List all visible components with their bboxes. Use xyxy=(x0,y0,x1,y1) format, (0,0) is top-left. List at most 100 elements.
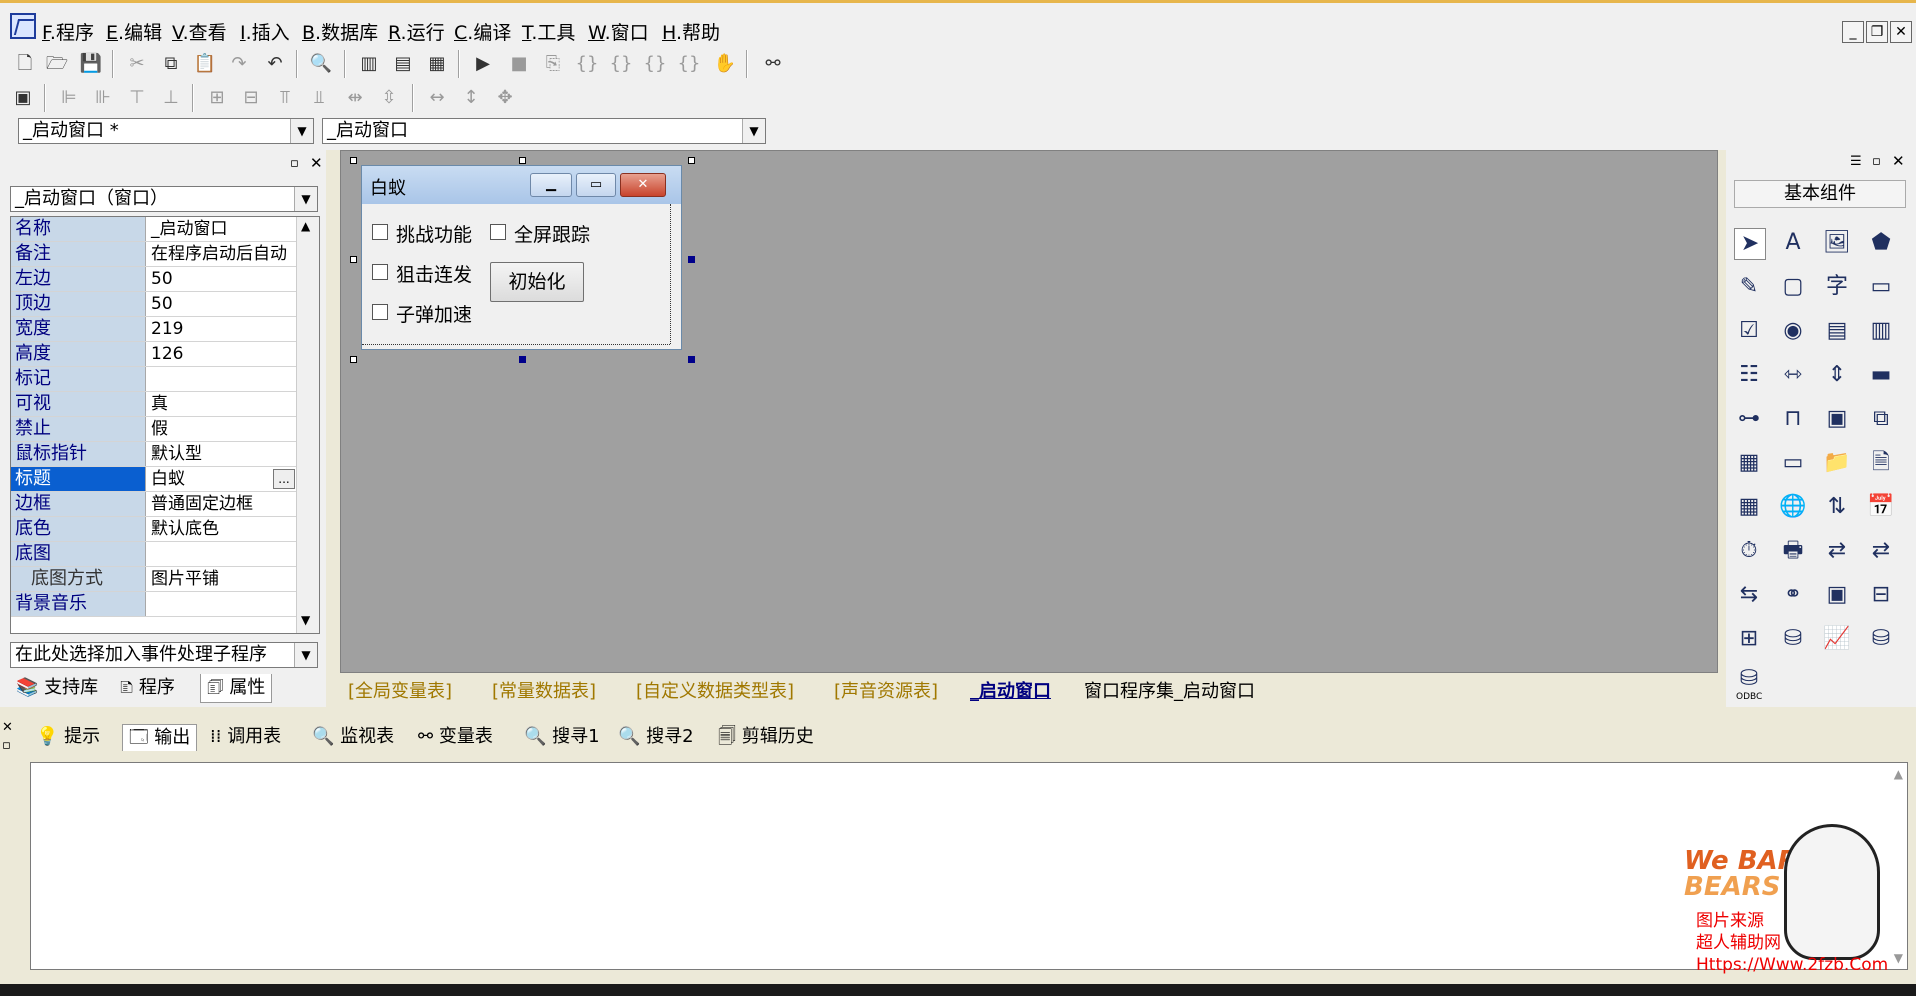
initialize-button[interactable]: 初始化 xyxy=(490,262,584,302)
combo-box-icon[interactable]: ▤ xyxy=(1822,316,1852,346)
spin-icon[interactable]: ⇅ xyxy=(1822,492,1852,522)
copy-icon[interactable]: ⧉ xyxy=(158,51,184,77)
run-to-cursor-icon[interactable]: {} xyxy=(676,51,702,77)
layout-left-icon[interactable]: ▥ xyxy=(356,51,382,77)
open-folder-icon[interactable]: 🗁 xyxy=(44,51,70,77)
property-value[interactable]: _启动窗口 xyxy=(147,217,300,241)
picture-box-icon[interactable]: 🖼 xyxy=(1822,228,1852,258)
animation-icon[interactable]: ▣ xyxy=(1822,404,1852,434)
output-pin-icon[interactable]: ▫ xyxy=(2,738,11,753)
tab-output[interactable]: 🗔 输出 xyxy=(122,724,198,751)
resize-handle[interactable] xyxy=(688,157,695,164)
scroll-down-icon[interactable]: ▼ xyxy=(1894,951,1903,965)
property-row[interactable]: 底图 xyxy=(11,542,296,567)
same-size-width-icon[interactable]: ↔ xyxy=(424,85,450,111)
save-icon[interactable]: 💾 xyxy=(78,51,104,77)
component-selector-combo[interactable]: _启动窗口 ▼ xyxy=(322,118,766,144)
align-right-icon[interactable]: ⊪ xyxy=(90,85,116,111)
image-list-icon[interactable]: ⧉ xyxy=(1866,404,1896,434)
slider-icon[interactable]: ⊶ xyxy=(1734,404,1764,434)
property-row[interactable]: 可视真 xyxy=(11,392,296,417)
progress-bar-icon[interactable]: ▬ xyxy=(1866,360,1896,390)
property-value[interactable]: 50 xyxy=(147,267,300,291)
resize-handle[interactable] xyxy=(519,157,526,164)
align-bottom-icon[interactable]: ⊥ xyxy=(158,85,184,111)
tab-program[interactable]: 🗈 程序 xyxy=(114,674,181,702)
property-row[interactable]: 高度 126 xyxy=(11,342,296,367)
chevron-down-icon[interactable]: ▼ xyxy=(742,119,765,143)
checkbox-bullet-speed[interactable] xyxy=(372,304,388,320)
menu-help[interactable]: H.帮助 xyxy=(662,18,720,45)
property-row[interactable]: 备注 在程序启动后自动 xyxy=(11,242,296,267)
odbc-icon[interactable]: ⛁ xyxy=(1866,624,1896,654)
align-top-icon[interactable]: ⊤ xyxy=(124,85,150,111)
binoculars-icon[interactable]: ⚯ xyxy=(760,51,786,77)
table-icon[interactable]: ▦ xyxy=(1734,492,1764,522)
timer-icon[interactable]: ⏱ xyxy=(1734,536,1764,566)
folder-icon[interactable]: 📁 xyxy=(1822,448,1852,478)
panel-close-icon[interactable]: ✕ xyxy=(1892,152,1905,170)
resize-handle[interactable] xyxy=(688,356,695,363)
resize-handle[interactable] xyxy=(350,256,357,263)
layout-grid-icon[interactable]: ▦ xyxy=(424,51,450,77)
property-grid-scrollbar[interactable]: ▲ ▼ xyxy=(296,217,319,633)
property-value[interactable]: 50 xyxy=(147,292,300,316)
tab-startup-window[interactable]: _启动窗口 xyxy=(970,680,1051,704)
scroll-up-icon[interactable]: ▲ xyxy=(301,219,310,233)
space-vertical-icon[interactable]: ⇳ xyxy=(376,85,402,111)
property-row[interactable]: 边框 普通固定边框 xyxy=(11,492,296,517)
tab-constants[interactable]: [常量数据表] xyxy=(492,680,596,704)
tab-sound-resources[interactable]: [声音资源表] xyxy=(834,680,938,704)
output-text-area[interactable]: ▲ ▼ xyxy=(30,762,1908,970)
tab-variables[interactable]: ⚯ 变量表 xyxy=(418,724,493,750)
property-row[interactable]: 名称 _启动窗口 xyxy=(11,217,296,242)
panel-menu-icon[interactable]: ☰ xyxy=(1850,154,1862,169)
pointer-icon[interactable]: ➤ xyxy=(1734,228,1766,260)
form-minimize-icon[interactable]: ▁ xyxy=(530,173,572,197)
event-handler-combo[interactable]: 在此处选择加入事件处理子程序 ▼ xyxy=(10,642,318,668)
tab-clip-history[interactable]: 🗐 剪辑历史 xyxy=(718,724,814,750)
tab-control-icon[interactable]: ⊓ xyxy=(1778,404,1808,434)
menu-edit[interactable]: E.编辑 xyxy=(106,18,162,45)
new-file-icon[interactable]: 🗋 xyxy=(12,51,38,77)
cut-icon[interactable]: ✂ xyxy=(124,51,150,77)
form-maximize-icon[interactable]: ▭ xyxy=(576,173,616,197)
ellipsis-button[interactable]: ... xyxy=(273,469,295,489)
checkbox-challenge[interactable] xyxy=(372,224,388,240)
checkbox-sniper-burst[interactable] xyxy=(372,264,388,280)
chart-icon[interactable]: 📈 xyxy=(1822,624,1852,654)
panel-close-icon[interactable]: ✕ xyxy=(310,154,323,172)
menu-window[interactable]: W.窗口 xyxy=(588,18,649,45)
property-row[interactable]: 顶边 50 xyxy=(11,292,296,317)
designed-form-window[interactable]: 白蚁 ▁ ▭ ✕ 挑战功能 全屏跟踪 狙击连发 子弹加速 初始化 xyxy=(361,165,682,350)
transfer-icon[interactable]: ⇆ xyxy=(1734,580,1764,610)
window-icon[interactable]: ▣ xyxy=(1822,580,1852,610)
close-icon[interactable]: ✕ xyxy=(1890,21,1912,43)
restore-icon[interactable]: ❐ xyxy=(1866,21,1888,43)
object-type-combo[interactable]: _启动窗口（窗口） ▼ xyxy=(10,186,318,212)
property-row[interactable]: 底色 默认底色 xyxy=(11,517,296,542)
transfer-icon[interactable]: ⇄ xyxy=(1822,536,1852,566)
same-height-icon[interactable]: ⫫ xyxy=(306,85,332,111)
property-row[interactable]: 底图方式 图片平铺 xyxy=(11,567,296,592)
space-horizontal-icon[interactable]: ⇹ xyxy=(342,85,368,111)
chevron-down-icon[interactable]: ▼ xyxy=(290,119,313,143)
vscrollbar-icon[interactable]: ⇕ xyxy=(1822,360,1852,390)
stop-icon[interactable]: ■ xyxy=(506,51,532,77)
resize-handle[interactable] xyxy=(350,356,357,363)
database-icon[interactable]: ⛁ xyxy=(1778,624,1808,654)
property-value[interactable]: 219 xyxy=(147,317,300,341)
property-value[interactable]: 白蚁 xyxy=(147,467,271,491)
paste-icon[interactable]: 📋 xyxy=(192,51,218,77)
form-title-bar[interactable]: 白蚁 ▁ ▭ ✕ xyxy=(362,166,681,204)
tab-watch[interactable]: 🔍 监视表 xyxy=(312,724,394,750)
panel-pin-icon[interactable]: ▫ xyxy=(290,156,299,171)
menu-database[interactable]: B.数据库 xyxy=(302,18,378,45)
menu-run[interactable]: R.运行 xyxy=(388,18,445,45)
checklist-icon[interactable]: ☷ xyxy=(1734,360,1764,390)
tab-support-library[interactable]: 📚 支持库 xyxy=(10,674,104,702)
split-icon[interactable]: ⊟ xyxy=(1866,580,1896,610)
layout-top-icon[interactable]: ▤ xyxy=(390,51,416,77)
tab-search2[interactable]: 🔍 搜寻2 xyxy=(618,724,694,750)
form-close-icon[interactable]: ✕ xyxy=(620,173,666,197)
